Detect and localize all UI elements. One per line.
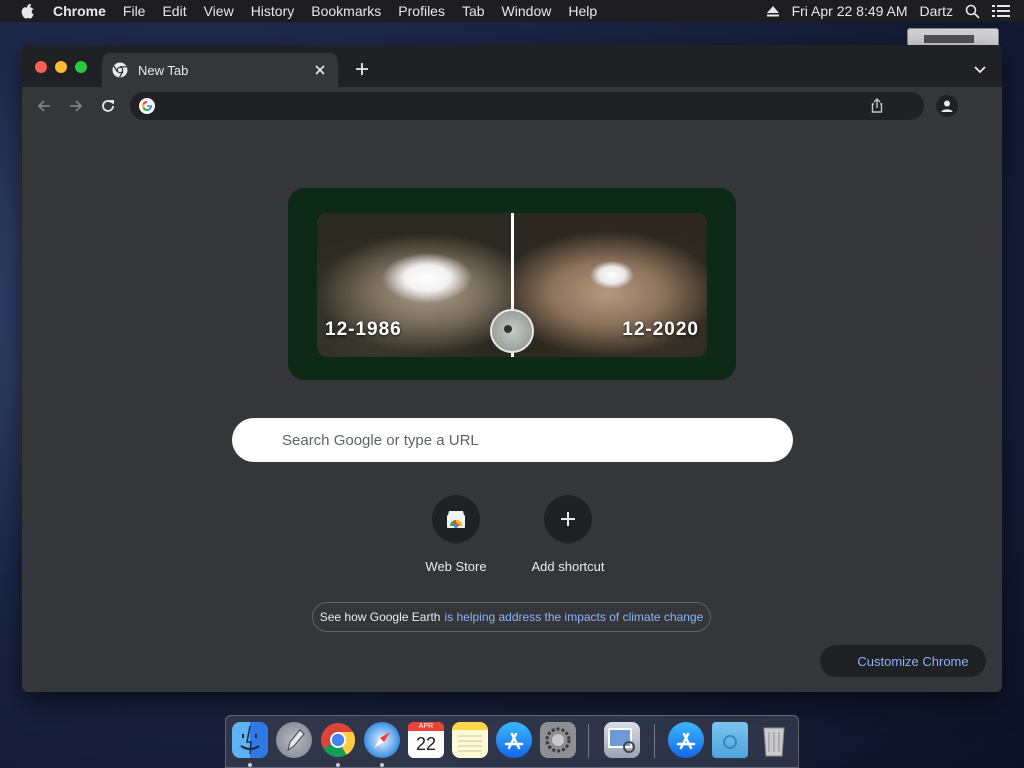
web-store-tile[interactable] [432, 495, 480, 543]
address-bar[interactable] [130, 92, 924, 120]
customize-chrome-button[interactable]: Customize Chrome [820, 645, 986, 677]
menu-tab[interactable]: Tab [462, 3, 485, 19]
close-window-button[interactable] [35, 61, 47, 73]
close-tab-icon[interactable] [310, 60, 330, 80]
system-preferences-icon[interactable] [540, 722, 576, 758]
menu-view[interactable]: View [204, 3, 234, 19]
launchpad-icon[interactable] [276, 722, 312, 758]
shortcut-label: Web Store [425, 559, 487, 574]
google-earth-doodle[interactable]: 12-1986 12-2020 [288, 188, 736, 380]
downloads-folder-icon[interactable] [712, 722, 748, 758]
add-shortcut-tile[interactable] [544, 495, 592, 543]
search-box[interactable] [232, 418, 793, 462]
chrome-running-dot [336, 763, 340, 767]
web-store-icon [447, 511, 465, 528]
doodle-slider-handle[interactable] [490, 309, 534, 353]
doodle-comparison-image[interactable]: 12-1986 12-2020 [317, 213, 707, 357]
calendar-month: APR [408, 722, 444, 731]
menu-profiles[interactable]: Profiles [398, 3, 445, 19]
toolbar [22, 87, 1002, 125]
dock-separator [654, 724, 655, 758]
tab-new-tab[interactable]: New Tab [102, 53, 338, 87]
menu-help[interactable]: Help [568, 3, 597, 19]
menu-bookmarks[interactable]: Bookmarks [311, 3, 381, 19]
reload-icon[interactable] [98, 96, 118, 116]
back-arrow-icon[interactable] [34, 96, 54, 116]
finder-icon[interactable] [232, 722, 268, 758]
chrome-favicon-icon [112, 62, 128, 78]
notification-center-icon[interactable] [992, 4, 1010, 18]
menu-datetime[interactable]: Fri Apr 22 8:49 AM [792, 3, 908, 19]
app-store-icon[interactable] [496, 722, 532, 758]
finder-running-dot [248, 763, 252, 767]
safari-icon[interactable] [364, 722, 400, 758]
tab-title: New Tab [138, 62, 189, 78]
doodle-date-right: 12-2020 [622, 319, 699, 340]
google-g-icon [139, 98, 155, 114]
menu-file[interactable]: File [123, 3, 146, 19]
calendar-day: 22 [415, 734, 437, 754]
forward-arrow-icon[interactable] [66, 96, 86, 116]
promo-text: See how Google Earth [319, 610, 441, 624]
menu-history[interactable]: History [251, 3, 295, 19]
zoom-window-button[interactable] [75, 61, 87, 73]
menu-user[interactable]: Dartz [920, 3, 953, 19]
promo-link[interactable]: is helping address the impacts of climat… [444, 610, 703, 624]
shortcut-add[interactable]: Add shortcut [518, 495, 618, 579]
menu-app-name[interactable]: Chrome [53, 3, 106, 19]
notes-icon[interactable] [452, 722, 488, 758]
apple-icon[interactable] [20, 3, 36, 19]
tab-search-chevron-down-icon[interactable] [970, 59, 990, 79]
climate-promo[interactable]: See how Google Earth is helping address … [312, 602, 711, 632]
new-tab-plus-icon[interactable] [352, 59, 372, 79]
menu-window[interactable]: Window [502, 3, 552, 19]
shortcut-label: Add shortcut [531, 559, 605, 574]
shortcut-web-store[interactable]: Web Store [406, 495, 506, 579]
menu-bar: Chrome File Edit View History Bookmarks … [0, 0, 1024, 22]
tab-strip: New Tab [22, 45, 1002, 87]
menu-edit[interactable]: Edit [162, 3, 186, 19]
trash-icon[interactable] [756, 722, 792, 758]
dock-separator [588, 724, 589, 758]
profile-avatar-button[interactable] [936, 95, 958, 117]
chrome-app-icon[interactable] [320, 722, 356, 758]
doodle-date-left: 12-1986 [325, 319, 402, 340]
calendar-icon[interactable]: APR 22 [408, 722, 444, 758]
applications-folder-icon[interactable] [668, 722, 704, 758]
spotlight-search-icon[interactable] [965, 4, 980, 19]
safari-running-dot [380, 763, 384, 767]
share-icon[interactable] [868, 97, 886, 115]
dock: APR 22 [225, 715, 799, 768]
chrome-window: New Tab 12-1986 12-2020 Search Google or… [22, 45, 1002, 692]
minimize-window-button[interactable] [55, 61, 67, 73]
preview-icon[interactable] [604, 722, 640, 758]
search-input[interactable] [282, 418, 772, 462]
eject-icon[interactable] [766, 5, 780, 17]
person-icon [941, 100, 953, 112]
plus-icon [561, 512, 575, 526]
